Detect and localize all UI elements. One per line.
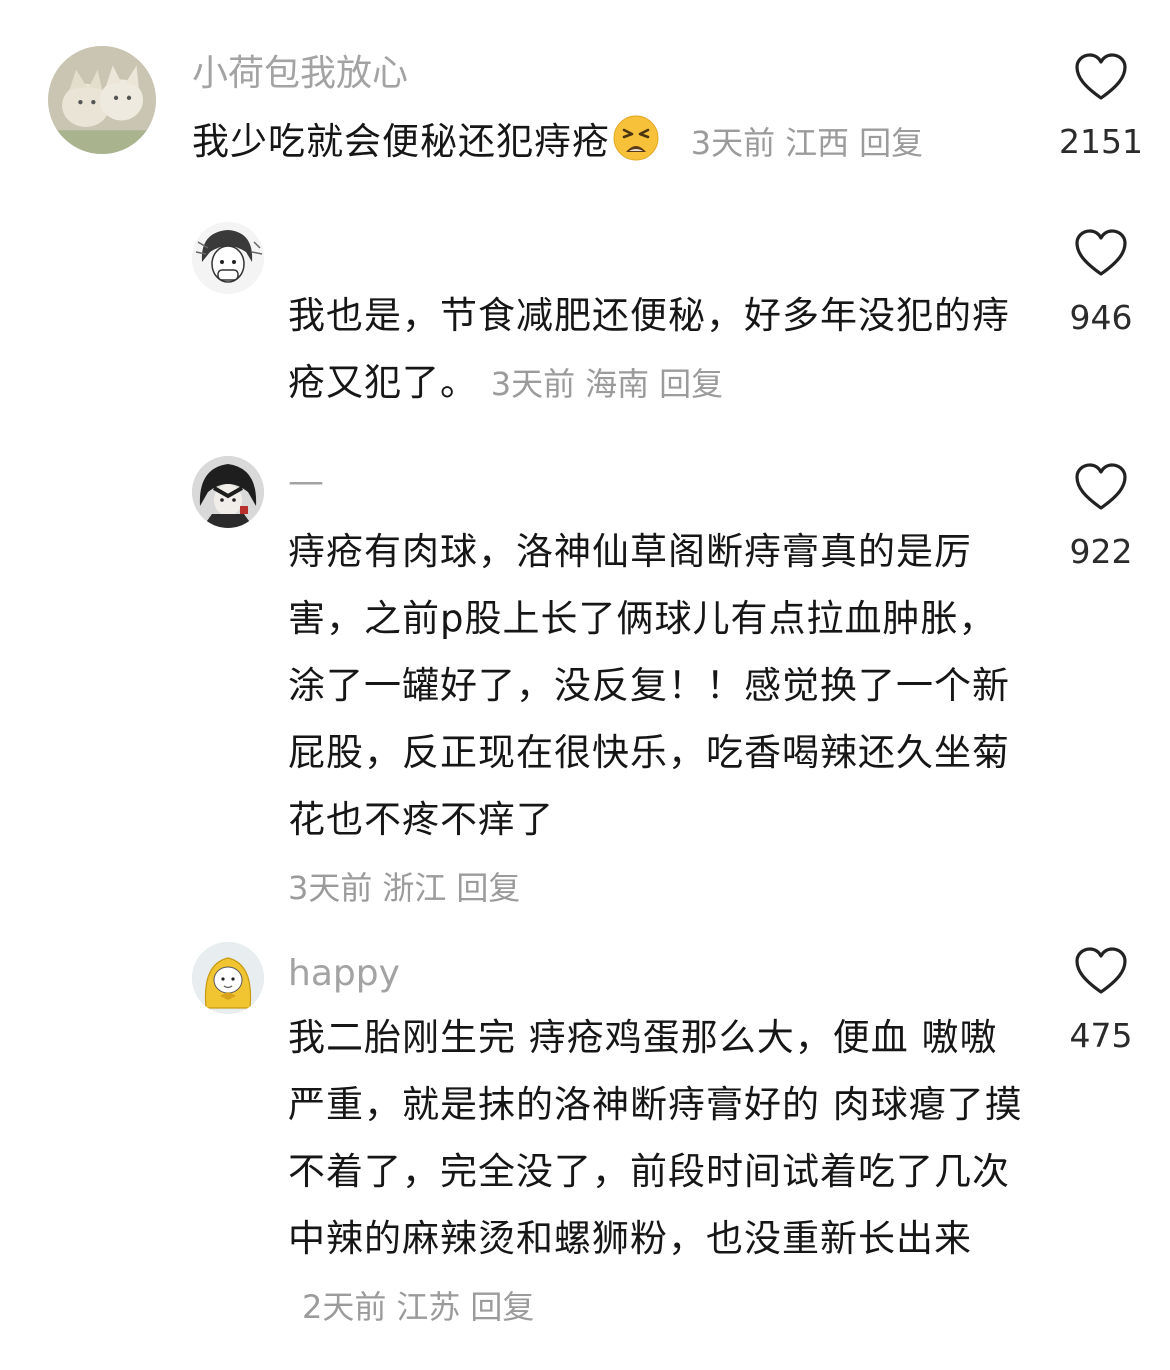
like-control: 2151 (1046, 52, 1156, 161)
heart-outline-icon[interactable] (1074, 462, 1128, 512)
comment-time: 3天前 (690, 124, 776, 162)
reply-button[interactable]: 回复 (859, 124, 923, 162)
comment-meta: 2天前 江苏 回复 (302, 1288, 544, 1326)
comment-text: 痔疮有肉球，洛神仙草阁断痔膏真的是厉害，之前p股上长了俩球儿有点拉血肿胀，涂了一… (288, 530, 1010, 841)
comment-time: 3天前 (490, 365, 576, 403)
reply-button[interactable]: 回复 (659, 365, 723, 403)
like-count: 946 (1069, 298, 1133, 337)
comment-text-block: 我少吃就会便秘还犯痔疮 3天前 江西 回复 (192, 108, 1032, 177)
comment-time: 3天前 (288, 869, 373, 907)
manga-avatar-icon (192, 222, 264, 294)
like-control: 946 (1046, 228, 1156, 337)
like-control: 922 (1046, 462, 1156, 571)
comment-meta: 3天前 海南 回复 (491, 365, 733, 403)
heart-outline-icon[interactable] (1074, 228, 1128, 278)
comment-text-block: 我也是，节食减肥还便秘，好多年没犯的痔疮又犯了。 3天前 海南 回复 (288, 282, 1028, 418)
comment-text-block: 痔疮有肉球，洛神仙草阁断痔膏真的是厉害，之前p股上长了俩球儿有点拉血肿胀，涂了一… (288, 518, 1018, 922)
raincoat-avatar-icon (192, 942, 264, 1014)
comment-location: 江西 (785, 124, 850, 162)
comment-meta: 3天前 浙江 回复 (288, 869, 530, 907)
comment-text-block: 我二胎刚生完 痔疮鸡蛋那么大，便血 嗷嗷严重，就是抹的洛神断痔膏好的 肉球瘪了摸… (288, 1004, 1028, 1341)
comment-meta: 3天前 江西 回复 (691, 124, 933, 162)
like-count: 2151 (1059, 122, 1143, 161)
comment-text: 我二胎刚生完 痔疮鸡蛋那么大，便血 嗷嗷严重，就是抹的洛神断痔膏好的 肉球瘪了摸… (288, 1016, 1023, 1260)
like-control: 475 (1046, 946, 1156, 1055)
reply-button[interactable]: 回复 (470, 1288, 534, 1326)
tired-face-emoji-icon (613, 115, 659, 161)
avatar[interactable] (192, 456, 264, 528)
username[interactable]: — (288, 462, 324, 502)
heart-outline-icon[interactable] (1074, 946, 1128, 996)
username[interactable]: 小荷包我放心 (192, 54, 408, 94)
dark-anime-avatar-icon (192, 456, 264, 528)
like-count: 922 (1069, 532, 1133, 571)
avatar[interactable] (192, 222, 264, 294)
comment-location: 江苏 (396, 1288, 461, 1326)
comment-location: 海南 (585, 365, 650, 403)
username[interactable]: happy (288, 954, 400, 994)
like-count: 475 (1069, 1016, 1133, 1055)
comment-location: 浙江 (382, 869, 447, 907)
avatar[interactable] (192, 942, 264, 1014)
heart-outline-icon[interactable] (1074, 52, 1128, 102)
reply-button[interactable]: 回复 (456, 869, 520, 907)
comment-text: 我少吃就会便秘还犯痔疮 (192, 120, 610, 163)
avatar[interactable] (48, 46, 156, 154)
cat-avatar-icon (48, 46, 156, 154)
comment-time: 2天前 (302, 1288, 387, 1326)
